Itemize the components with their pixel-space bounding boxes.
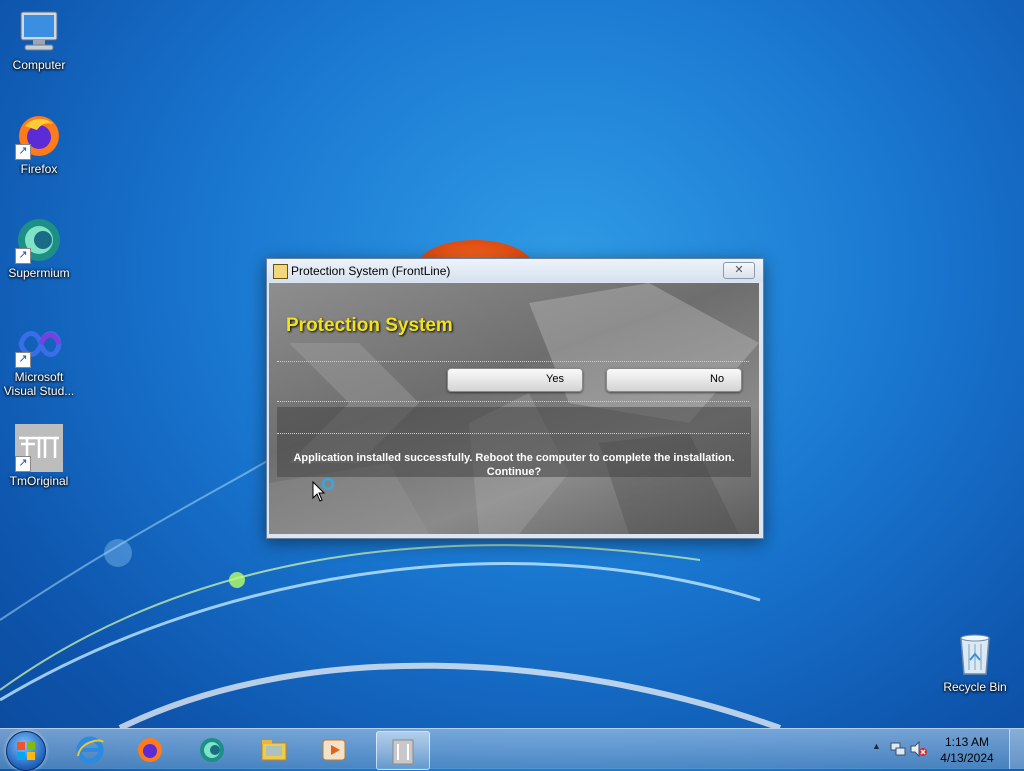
desktop-icon-label: Supermium: [8, 266, 70, 280]
shortcut-arrow-icon: ↗: [15, 144, 31, 160]
start-button[interactable]: [6, 731, 46, 771]
message-line: Application installed successfully. Rebo…: [293, 452, 735, 464]
network-icon[interactable]: [890, 741, 906, 757]
desktop-icon-recycle-bin[interactable]: Recycle Bin: [937, 630, 1013, 694]
divider: [277, 361, 749, 362]
recycle-bin-icon: [951, 630, 999, 678]
computer-icon: [15, 8, 63, 56]
divider: [277, 401, 749, 402]
desktop-icon-label: TmOriginal: [9, 474, 69, 488]
firefox-icon: [138, 738, 162, 762]
yes-button[interactable]: Yes: [447, 368, 583, 392]
desktop-icon-label: Recycle Bin: [943, 680, 1007, 694]
desktop-icon-computer[interactable]: Computer: [1, 8, 77, 72]
show-desktop-button[interactable]: [1009, 729, 1024, 769]
app-icon: [273, 264, 288, 279]
chevron-up-icon: ▲: [872, 741, 881, 751]
internet-explorer-icon: [76, 736, 104, 764]
taskbar-internet-explorer[interactable]: [64, 731, 116, 768]
taskbar-protection-system[interactable]: [376, 731, 430, 770]
close-button[interactable]: ✕: [723, 262, 755, 279]
supermium-icon: ↗: [15, 216, 63, 264]
taskbar-media-player[interactable]: [308, 731, 360, 768]
busy-cursor-icon: [312, 477, 335, 502]
dialog-titlebar[interactable]: Protection System (FrontLine) ✕: [267, 259, 763, 282]
message-line: Continue?: [486, 466, 542, 478]
volume-muted-icon[interactable]: [910, 741, 928, 757]
taskbar-file-explorer[interactable]: [248, 731, 300, 768]
clock-date: 4/13/2024: [940, 751, 994, 765]
taskbar-supermium[interactable]: [186, 731, 238, 768]
shortcut-arrow-icon: ↗: [15, 248, 31, 264]
protection-system-dialog: Protection System (FrontLine) ✕ Protecti…: [266, 258, 764, 539]
no-button-label: No: [710, 373, 725, 385]
no-button[interactable]: No: [606, 368, 742, 392]
media-player-icon: [322, 739, 346, 761]
desktop-icon-firefox[interactable]: ↗ Firefox: [1, 112, 77, 176]
clock[interactable]: 1:13 AM 4/13/2024: [932, 734, 1002, 766]
taskbar-firefox[interactable]: [124, 731, 176, 768]
clock-time: 1:13 AM: [944, 735, 990, 749]
windows-logo-icon: [17, 742, 35, 760]
folder-icon: [261, 740, 287, 761]
close-icon: ✕: [734, 264, 744, 276]
desktop-icon-label: Computer: [12, 58, 66, 72]
dialog-client-area: Protection System Yes No Application ins…: [269, 283, 759, 534]
divider: [277, 433, 749, 434]
protection-system-icon: [392, 739, 414, 765]
shortcut-arrow-icon: ↗: [15, 456, 31, 472]
dialog-title: Protection System (FrontLine): [291, 264, 451, 278]
desktop-icon-visual-studio[interactable]: ↗ Microsoft Visual Stud...: [1, 320, 77, 398]
desktop-icon-tmoriginal[interactable]: ↗ TmOriginal: [1, 424, 77, 488]
desktop-icon-label: Firefox: [20, 162, 58, 176]
dialog-heading: Protection System: [286, 315, 453, 336]
shortcut-arrow-icon: ↗: [15, 352, 31, 368]
desktop-icon-label: Microsoft Visual Stud...: [3, 370, 75, 398]
dialog-message: Application installed successfully. Rebo…: [277, 451, 751, 479]
taskbar: ▲ 1:13 AM 4/13/2024: [0, 728, 1024, 771]
tmoriginal-icon: ↗: [15, 424, 63, 472]
desktop: Computer ↗ Firefox ↗ Supermium ↗ Microso…: [0, 0, 1024, 728]
yes-button-label: Yes: [546, 373, 564, 385]
desktop-icon-supermium[interactable]: ↗ Supermium: [1, 216, 77, 280]
show-hidden-icons-button[interactable]: ▲: [872, 741, 881, 751]
supermium-icon: [200, 738, 224, 762]
visual-studio-icon: ↗: [15, 320, 63, 368]
firefox-icon: ↗: [15, 112, 63, 160]
system-tray: ▲ 1:13 AM 4/13/2024: [854, 729, 1024, 769]
